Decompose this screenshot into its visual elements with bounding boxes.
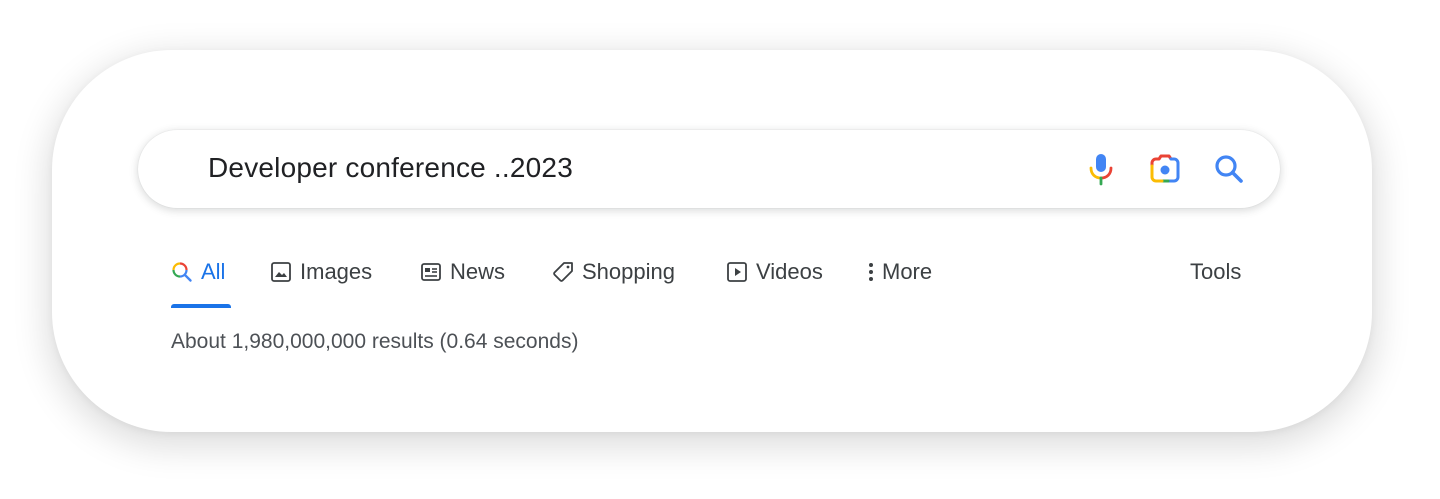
tab-news[interactable]: News — [420, 254, 505, 308]
tab-label: More — [882, 259, 933, 284]
tag-icon — [553, 262, 573, 282]
tab-label: Videos — [756, 259, 823, 284]
search-bar[interactable]: Developer conference ..2023 — [138, 130, 1280, 208]
tab-images[interactable]: Images — [270, 254, 372, 308]
lens-icon[interactable] — [1148, 152, 1182, 186]
results-card — [52, 50, 1372, 432]
tab-shopping[interactable]: Shopping — [552, 254, 675, 308]
search-icon[interactable] — [1212, 152, 1246, 186]
active-tab-indicator — [171, 304, 231, 308]
search-icon — [172, 262, 192, 282]
image-icon — [271, 262, 291, 282]
mic-icon[interactable] — [1084, 152, 1118, 186]
tab-label: All — [201, 259, 226, 284]
tab-label: Images — [300, 259, 373, 284]
search-input[interactable]: Developer conference ..2023 — [208, 130, 573, 208]
tab-all[interactable]: All — [171, 254, 231, 308]
play-icon — [727, 262, 747, 282]
tab-videos[interactable]: Videos — [726, 254, 823, 308]
tab-label: Shopping — [582, 259, 675, 284]
page: Developer conference ..2023 All Images N… — [0, 0, 1440, 499]
newspaper-icon — [421, 263, 441, 281]
tab-label: News — [450, 259, 506, 284]
search-tabs: All Images News Shopping Videos More Too… — [171, 254, 1251, 310]
tools-button[interactable]: Tools — [1190, 254, 1241, 308]
more-vert-icon — [869, 263, 873, 281]
tab-more[interactable]: More — [866, 254, 932, 308]
result-stats: About 1,980,000,000 results (0.64 second… — [171, 330, 579, 353]
tools-label: Tools — [1190, 259, 1242, 284]
